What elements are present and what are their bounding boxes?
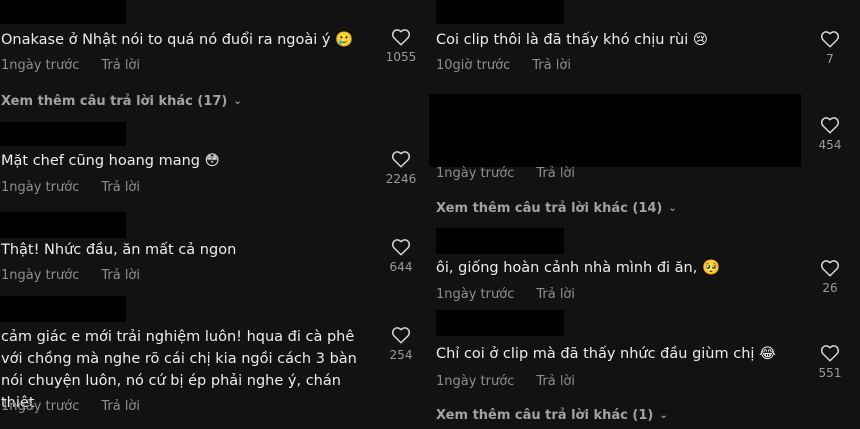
like-count: 7 xyxy=(826,52,834,66)
comment-text: ôi, giống hoàn cảnh nhà mình đi ăn, 🥺 xyxy=(436,260,721,276)
like-count: 1055 xyxy=(385,50,417,64)
comment-meta: 1ngày trước Trả lời xyxy=(1,180,140,195)
view-more-replies[interactable]: Xem thêm câu trả lời khác (1) ⌄ xyxy=(436,408,668,423)
redacted-username xyxy=(436,228,564,254)
comment-meta: 1ngày trước Trả lời xyxy=(1,399,140,414)
heart-outline-icon xyxy=(391,327,411,344)
like-count: 2246 xyxy=(385,172,417,186)
view-more-replies[interactable]: Xem thêm câu trả lời khác (14) ⌄ xyxy=(436,201,677,216)
comment-text: Coi clip thôi là đã thấy khó chịu rùi 😢 xyxy=(436,32,708,48)
reply-button[interactable]: Trả lời xyxy=(536,166,575,181)
comment-text: Mặt chef cũng hoang mang 😳 xyxy=(1,153,220,169)
like-button[interactable]: 644 xyxy=(381,238,421,274)
comment-meta: 1ngày trước Trả lời xyxy=(436,374,575,389)
like-count: 454 xyxy=(818,138,842,152)
heart-outline-icon xyxy=(820,345,840,362)
heart-outline-icon xyxy=(820,31,840,48)
comment-time: 1ngày trước xyxy=(1,268,80,283)
heart-outline-icon xyxy=(391,239,411,256)
reply-button[interactable]: Trả lời xyxy=(101,399,140,414)
redacted-username xyxy=(0,296,126,322)
heart-outline-icon xyxy=(391,151,411,168)
like-count: 254 xyxy=(389,348,413,362)
redacted-comment xyxy=(429,94,801,167)
like-count: 551 xyxy=(818,366,842,380)
comment-meta: 1ngày trước Trả lời xyxy=(1,268,140,283)
redacted-username xyxy=(436,0,564,24)
view-more-replies[interactable]: Xem thêm câu trả lời khác (17) ⌄ xyxy=(1,94,242,109)
reply-button[interactable]: Trả lời xyxy=(536,374,575,389)
like-button[interactable]: 7 xyxy=(810,30,850,66)
heart-outline-icon xyxy=(820,117,840,134)
comment-time: 1ngày trước xyxy=(1,58,80,73)
comment-meta: 1ngày trước Trả lời xyxy=(1,58,140,73)
reply-button[interactable]: Trả lời xyxy=(101,58,140,73)
chevron-down-icon: ⌄ xyxy=(668,203,677,214)
like-count: 644 xyxy=(389,260,413,274)
comment-time: 1ngày trước xyxy=(1,180,80,195)
heart-outline-icon xyxy=(820,260,840,277)
like-button[interactable]: 254 xyxy=(381,326,421,362)
like-button[interactable]: 551 xyxy=(810,344,850,380)
view-more-label: Xem thêm câu trả lời khác (1) xyxy=(436,408,654,423)
reply-button[interactable]: Trả lời xyxy=(101,180,140,195)
comment-time: 1ngày trước xyxy=(436,287,515,302)
view-more-label: Xem thêm câu trả lời khác (14) xyxy=(436,201,663,216)
comment-text: Onakase ở Nhật nói to quá nó đuổi ra ngo… xyxy=(1,32,354,48)
redacted-username xyxy=(436,310,564,336)
reply-button[interactable]: Trả lời xyxy=(532,58,571,73)
redacted-username xyxy=(0,122,126,146)
chevron-down-icon: ⌄ xyxy=(659,410,668,421)
like-count: 26 xyxy=(822,281,838,295)
redacted-username xyxy=(0,212,126,238)
comment-meta: 10giờ trước Trả lời xyxy=(436,58,571,73)
like-button[interactable]: 26 xyxy=(810,259,850,295)
reply-button[interactable]: Trả lời xyxy=(101,268,140,283)
comment-time: 1ngày trước xyxy=(436,166,515,181)
comment-text: Thật! Nhức đầu, ăn mất cả ngon xyxy=(1,242,237,258)
comment-meta: 1ngày trước Trả lời xyxy=(436,166,575,181)
left-comment-column: Onakase ở Nhật nói to quá nó đuổi ra ngo… xyxy=(0,0,420,429)
reply-button[interactable]: Trả lời xyxy=(536,287,575,302)
comment-time: 10giờ trước xyxy=(436,58,511,73)
right-comment-column: Coi clip thôi là đã thấy khó chịu rùi 😢 … xyxy=(429,0,860,429)
comment-time: 1ngày trước xyxy=(1,399,80,414)
view-more-label: Xem thêm câu trả lời khác (17) xyxy=(1,94,228,109)
heart-outline-icon xyxy=(391,29,411,46)
comment-text: Chỉ coi ở clip mà đã thấy nhức đầu giùm … xyxy=(436,346,776,362)
comment-time: 1ngày trước xyxy=(436,374,515,389)
like-button[interactable]: 1055 xyxy=(381,28,421,64)
like-button[interactable]: 454 xyxy=(810,116,850,152)
redacted-username xyxy=(0,0,126,24)
comment-meta: 1ngày trước Trả lời xyxy=(436,287,575,302)
chevron-down-icon: ⌄ xyxy=(233,96,242,107)
like-button[interactable]: 2246 xyxy=(381,150,421,186)
